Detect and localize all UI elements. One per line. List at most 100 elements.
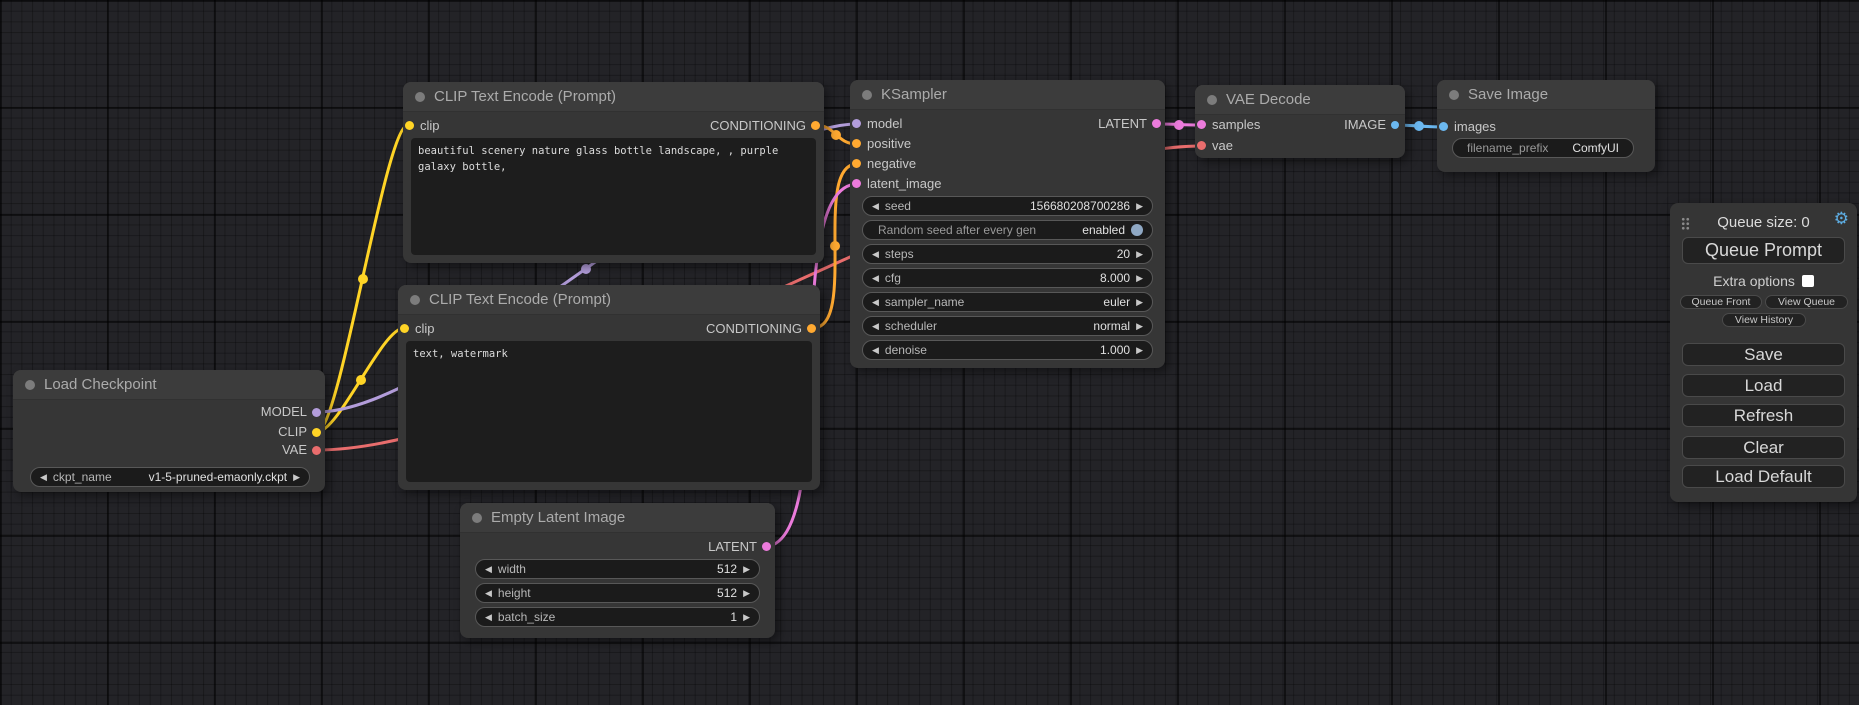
batch-size-widget[interactable]: ◀ batch_size 1 ▶ xyxy=(475,607,760,627)
latent-output-dot[interactable] xyxy=(1152,119,1161,128)
decrement-arrow-icon[interactable]: ◀ xyxy=(485,583,492,603)
vae-input-dot[interactable] xyxy=(1197,141,1206,150)
increment-arrow-icon[interactable]: ▶ xyxy=(1136,196,1143,216)
link-midpoint-dot xyxy=(356,375,366,385)
queue-prompt-button[interactable]: Queue Prompt xyxy=(1682,237,1845,264)
link-midpoint-dot xyxy=(1174,120,1184,130)
node-titlebar[interactable]: VAE Decode xyxy=(1195,85,1405,115)
prompt-textarea[interactable]: text, watermark xyxy=(406,341,812,482)
increment-arrow-icon[interactable]: ▶ xyxy=(1136,292,1143,312)
node-titlebar[interactable]: Save Image xyxy=(1437,80,1655,110)
node-titlebar[interactable]: KSampler xyxy=(850,80,1165,110)
settings-gear-icon[interactable]: ⚙ xyxy=(1834,210,1849,227)
collapse-dot-icon[interactable] xyxy=(862,90,872,100)
model-output-dot[interactable] xyxy=(312,408,321,417)
latent-image-input-dot[interactable] xyxy=(852,179,861,188)
refresh-button[interactable]: Refresh xyxy=(1682,404,1845,427)
height-widget[interactable]: ◀ height 512 ▶ xyxy=(475,583,760,603)
decrement-arrow-icon[interactable]: ◀ xyxy=(872,196,879,216)
random-seed-widget[interactable]: Random seed after every gen enabled xyxy=(862,220,1153,240)
decrement-arrow-icon[interactable]: ◀ xyxy=(485,607,492,627)
positive-input-label: positive xyxy=(867,136,911,152)
node-titlebar[interactable]: CLIP Text Encode (Prompt) xyxy=(403,82,824,112)
increment-arrow-icon[interactable]: ▶ xyxy=(1136,340,1143,360)
model-input-dot[interactable] xyxy=(852,119,861,128)
clip-input-dot[interactable] xyxy=(400,324,409,333)
node-clip-text-encode-negative[interactable]: CLIP Text Encode (Prompt) clip CONDITION… xyxy=(398,285,820,490)
node-empty-latent-image[interactable]: Empty Latent Image LATENT ◀ width 512 ▶ … xyxy=(460,503,775,638)
node-ksampler[interactable]: KSampler model positive negative latent_… xyxy=(850,80,1165,368)
view-queue-button[interactable]: View Queue xyxy=(1765,295,1848,309)
images-input-dot[interactable] xyxy=(1439,122,1448,131)
width-widget[interactable]: ◀ width 512 ▶ xyxy=(475,559,760,579)
node-titlebar[interactable]: Empty Latent Image xyxy=(460,503,775,533)
conditioning-output-dot[interactable] xyxy=(811,121,820,130)
increment-arrow-icon[interactable]: ▶ xyxy=(743,583,750,603)
node-titlebar[interactable]: CLIP Text Encode (Prompt) xyxy=(398,285,820,315)
image-output-dot[interactable] xyxy=(1391,121,1399,129)
clip-input-label: clip xyxy=(420,118,440,134)
decrement-arrow-icon[interactable]: ◀ xyxy=(872,340,879,360)
samples-input-dot[interactable] xyxy=(1197,120,1206,129)
increment-arrow-icon[interactable]: ▶ xyxy=(743,607,750,627)
increment-arrow-icon[interactable]: ▶ xyxy=(1136,316,1143,336)
node-vae-decode[interactable]: VAE Decode samples vae IMAGE xyxy=(1195,85,1405,158)
latent-output-label: LATENT xyxy=(708,539,757,555)
widget-value: 512 xyxy=(717,586,737,600)
collapse-dot-icon[interactable] xyxy=(415,92,425,102)
clear-button[interactable]: Clear xyxy=(1682,436,1845,459)
latent-output-dot[interactable] xyxy=(762,542,771,551)
clip-output-dot[interactable] xyxy=(312,428,321,437)
increment-arrow-icon[interactable]: ▶ xyxy=(1136,268,1143,288)
load-default-button[interactable]: Load Default xyxy=(1682,465,1845,488)
node-save-image[interactable]: Save Image images filename_prefix ComfyU… xyxy=(1437,80,1655,172)
widget-label: seed xyxy=(885,199,1024,213)
filename-prefix-widget[interactable]: filename_prefix ComfyUI xyxy=(1452,138,1634,158)
decrement-arrow-icon[interactable]: ◀ xyxy=(872,244,879,264)
collapse-dot-icon[interactable] xyxy=(472,513,482,523)
conditioning-output-dot[interactable] xyxy=(807,324,816,333)
graph-canvas[interactable]: CLIP Text Encode (Prompt) clip CONDITION… xyxy=(0,0,1859,705)
decrement-arrow-icon[interactable]: ◀ xyxy=(872,268,879,288)
widget-label: sampler_name xyxy=(885,295,1097,309)
save-button[interactable]: Save xyxy=(1682,343,1845,366)
decrement-arrow-icon[interactable]: ◀ xyxy=(872,316,879,336)
load-button[interactable]: Load xyxy=(1682,374,1845,397)
widget-value: 156680208700286 xyxy=(1030,199,1130,213)
decrement-arrow-icon[interactable]: ◀ xyxy=(485,559,492,579)
node-title: Save Image xyxy=(1468,86,1548,103)
decrement-arrow-icon[interactable]: ◀ xyxy=(40,467,47,487)
denoise-widget[interactable]: ◀ denoise 1.000 ▶ xyxy=(862,340,1153,360)
view-history-button[interactable]: View History xyxy=(1722,313,1806,327)
collapse-dot-icon[interactable] xyxy=(25,380,35,390)
increment-arrow-icon[interactable]: ▶ xyxy=(1136,244,1143,264)
widget-label: filename_prefix xyxy=(1462,141,1566,155)
widget-label: width xyxy=(498,562,711,576)
scheduler-widget[interactable]: ◀ scheduler normal ▶ xyxy=(862,316,1153,336)
node-titlebar[interactable]: Load Checkpoint xyxy=(13,370,325,400)
sampler-name-widget[interactable]: ◀ sampler_name euler ▶ xyxy=(862,292,1153,312)
increment-arrow-icon[interactable]: ▶ xyxy=(293,467,300,487)
extra-options-checkbox[interactable] xyxy=(1802,275,1814,287)
prompt-textarea[interactable]: beautiful scenery nature glass bottle la… xyxy=(411,138,816,255)
collapse-dot-icon[interactable] xyxy=(1449,90,1459,100)
clip-input-dot[interactable] xyxy=(405,121,414,130)
decrement-arrow-icon[interactable]: ◀ xyxy=(872,292,879,312)
steps-widget[interactable]: ◀ steps 20 ▶ xyxy=(862,244,1153,264)
negative-input-dot[interactable] xyxy=(852,159,861,168)
seed-widget[interactable]: ◀ seed 156680208700286 ▶ xyxy=(862,196,1153,216)
node-load-checkpoint[interactable]: Load Checkpoint MODEL CLIP VAE ◀ ckpt_na… xyxy=(13,370,325,492)
vae-output-dot[interactable] xyxy=(312,446,321,455)
images-input-label: images xyxy=(1454,119,1496,135)
collapse-dot-icon[interactable] xyxy=(1207,95,1217,105)
collapse-dot-icon[interactable] xyxy=(410,295,420,305)
cfg-widget[interactable]: ◀ cfg 8.000 ▶ xyxy=(862,268,1153,288)
positive-input-dot[interactable] xyxy=(852,139,861,148)
node-clip-text-encode-positive[interactable]: CLIP Text Encode (Prompt) clip CONDITION… xyxy=(403,82,824,263)
widget-label: steps xyxy=(885,247,1111,261)
queue-front-button[interactable]: Queue Front xyxy=(1680,295,1762,309)
toggle-icon[interactable] xyxy=(1131,224,1143,236)
increment-arrow-icon[interactable]: ▶ xyxy=(743,559,750,579)
widget-label: cfg xyxy=(885,271,1094,285)
ckpt-name-widget[interactable]: ◀ ckpt_name v1-5-pruned-emaonly.ckpt ▶ xyxy=(30,467,310,487)
